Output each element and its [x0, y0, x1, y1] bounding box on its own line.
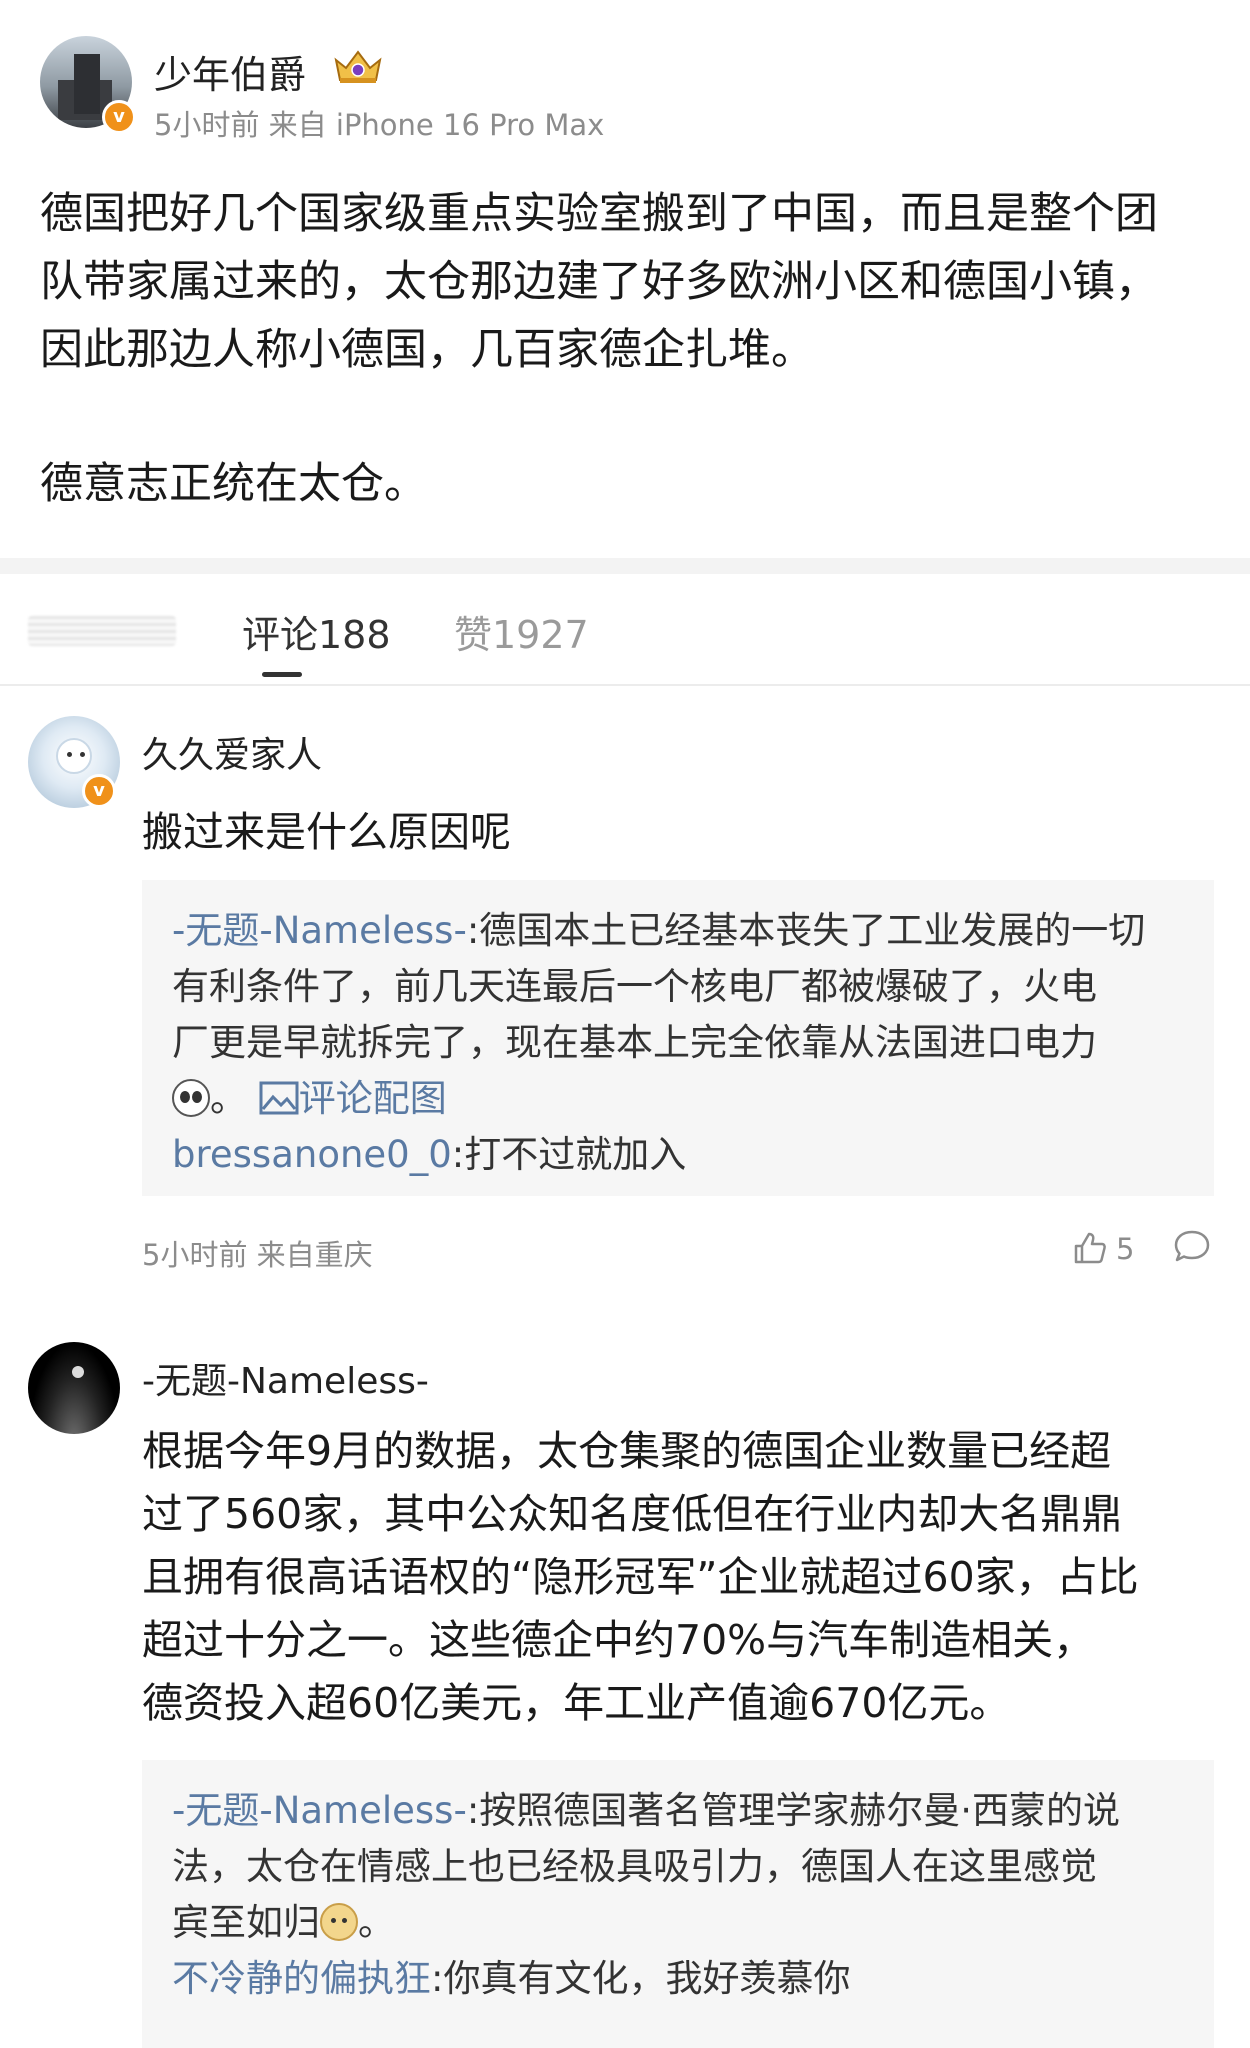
- verified-badge-icon: v: [82, 774, 116, 808]
- reply-username[interactable]: 不冷静的偏执狂: [172, 1957, 431, 2000]
- reply-preview-box[interactable]: -无题-Nameless-:德国本土已经基本丧失了工业发展的一切 有利条件了，前…: [142, 880, 1214, 1196]
- panda-emoji-icon: [172, 1079, 210, 1117]
- post-body: 德国把好几个国家级重点实验室搬到了中国，而且是整个团 队带家属过来的，太仓那边建…: [40, 180, 1220, 518]
- reply-line: 厂更是早就拆完了，现在基本上完全依靠从法国进口电力: [172, 1021, 1097, 1064]
- reply-username[interactable]: -无题-Nameless-: [172, 1789, 467, 1832]
- reply-line: 有利条件了，前几天连最后一个核电厂都被爆破了，火电: [172, 965, 1097, 1008]
- tab-comments[interactable]: 评论188: [242, 604, 391, 659]
- post-paragraph: 德国把好几个国家级重点实验室搬到了中国，而且是整个团: [40, 189, 1158, 239]
- commenter-name[interactable]: -无题-Nameless-: [142, 1352, 429, 1404]
- reply-line: -无题-Nameless-:按照德国著名管理学家赫尔曼·西蒙的说: [172, 1789, 1121, 1832]
- post-meta: 5小时前 来自 iPhone 16 Pro Max: [154, 108, 605, 142]
- reply-line: 不冷静的偏执狂:你真有文化，我好羡慕你: [172, 1957, 851, 2000]
- commenter-name[interactable]: 久久爱家人: [142, 726, 322, 778]
- reply-preview-box[interactable]: -无题-Nameless-:按照德国著名管理学家赫尔曼·西蒙的说 法，太仓在情感…: [142, 1760, 1214, 2048]
- comment-text: 搬过来是什么原因呢: [142, 808, 511, 856]
- post-paragraph: 因此那边人称小德国，几百家德企扎堆。: [40, 325, 814, 375]
- comment-line: 德资投入超60亿美元，年工业产值逾670亿元。: [142, 1679, 1011, 1727]
- reply-bubble-icon[interactable]: [1172, 1228, 1212, 1266]
- comment-line: 且拥有很高话语权的“隐形冠军”企业就超过60家，占比: [142, 1553, 1139, 1601]
- doge-emoji-icon: [320, 1903, 358, 1941]
- reply-line: bressanone0_0:打不过就加入: [172, 1133, 687, 1176]
- reply-line: 。 评论配图: [172, 1068, 447, 1122]
- like-count: 5: [1116, 1232, 1135, 1266]
- reply-line: 法，太仓在情感上也已经极具吸引力，德国人在这里感觉: [172, 1845, 1097, 1888]
- reply-line: -无题-Nameless-:德国本土已经基本丧失了工业发展的一切: [172, 909, 1146, 952]
- post-author-name[interactable]: 少年伯爵: [154, 44, 306, 99]
- comment-text: 根据今年9月的数据，太仓集聚的德国企业数量已经超 过了560家，其中公众知名度低…: [142, 1420, 1222, 1735]
- tab-likes[interactable]: 赞1927: [454, 604, 589, 659]
- reply-line: 宾至如归。: [172, 1901, 395, 1944]
- comment-line: 根据今年9月的数据，太仓集聚的德国企业数量已经超: [142, 1427, 1112, 1475]
- image-icon[interactable]: [259, 1081, 299, 1115]
- active-tab-indicator: [262, 672, 302, 677]
- reply-username[interactable]: bressanone0_0: [172, 1133, 452, 1176]
- verified-badge-icon: v: [102, 100, 136, 134]
- commenter-avatar[interactable]: [28, 1342, 120, 1434]
- reply-username[interactable]: -无题-Nameless-: [172, 909, 467, 952]
- post-paragraph: 德意志正统在太仓。: [40, 459, 427, 509]
- comment-line: 超过十分之一。这些德企中约70%与汽车制造相关，: [142, 1616, 1095, 1664]
- section-divider: [0, 558, 1250, 574]
- comment-meta: 5小时前 来自重庆: [142, 1238, 373, 1272]
- tabs-divider: [0, 684, 1250, 686]
- comment-line: 过了560家，其中公众知名度低但在行业内却大名鼎鼎: [142, 1490, 1123, 1538]
- crown-badge-icon: [334, 50, 382, 83]
- tab-bar: 评论188 赞1927: [0, 574, 1250, 686]
- repost-tab-blurred[interactable]: [28, 616, 176, 646]
- post-header: v 少年伯爵 5小时前 来自 iPhone 16 Pro Max: [40, 36, 1210, 146]
- post-paragraph: 队带家属过来的，太仓那边建了好多欧洲小区和德国小镇，: [40, 257, 1158, 307]
- comment-image-link[interactable]: 评论配图: [299, 1077, 447, 1120]
- like-thumb-icon[interactable]: [1072, 1230, 1108, 1266]
